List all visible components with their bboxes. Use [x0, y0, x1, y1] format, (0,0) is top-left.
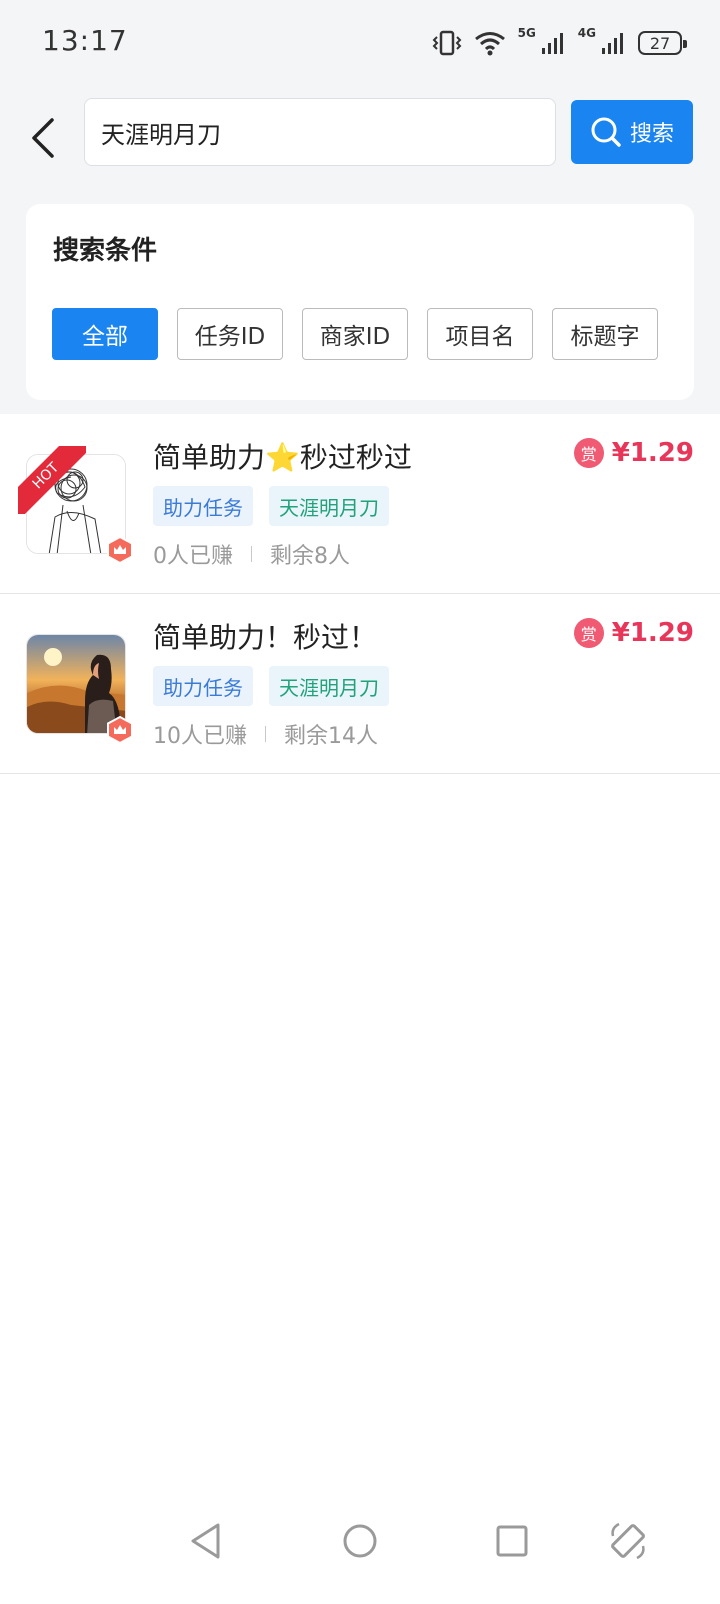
- back-button[interactable]: [18, 108, 68, 168]
- battery-indicator: 27: [638, 31, 687, 55]
- system-nav-bar: [0, 1494, 720, 1604]
- nav-rotate-button[interactable]: [603, 1516, 653, 1566]
- task-stats: 0人已赚 剩余8人: [153, 538, 350, 570]
- vibrate-icon: [432, 30, 462, 56]
- hot-label: HOT: [18, 446, 86, 514]
- reward-amount: ¥1.29: [611, 618, 694, 648]
- crown-icon: [107, 716, 133, 744]
- tag-project: 天涯明月刀: [269, 486, 389, 526]
- filter-chip-title-keyword[interactable]: 标题字: [552, 308, 658, 360]
- task-list: HOT 简单助力⭐秒过秒过 赏 ¥1.29 助力任务 天涯明月刀 0人已赚 剩余…: [0, 414, 720, 774]
- crown-icon: [107, 536, 133, 564]
- signal-4g-icon: [602, 33, 623, 54]
- reward-badge: 赏: [573, 618, 604, 648]
- filter-chip-row: 全部 任务ID 商家ID 项目名 标题字: [52, 308, 658, 360]
- circle-home-icon: [343, 1524, 377, 1558]
- stats-divider: [251, 546, 252, 562]
- signal-5g-icon: [541, 33, 563, 54]
- rotate-icon: [611, 1522, 645, 1560]
- earned-count: 0人已赚: [153, 544, 233, 569]
- stats-divider: [265, 726, 266, 742]
- status-bar: 13:17 5G 4G 27: [0, 0, 720, 86]
- filter-chip-merchant-id[interactable]: 商家ID: [302, 308, 408, 360]
- task-thumbnail: HOT: [18, 446, 133, 564]
- earned-count: 10人已赚: [153, 724, 247, 749]
- task-stats: 10人已赚 剩余14人: [153, 718, 378, 750]
- hot-ribbon: HOT: [18, 446, 86, 514]
- task-thumbnail: [26, 634, 133, 744]
- reward-amount: ¥1.29: [611, 438, 694, 468]
- search-input[interactable]: [84, 98, 556, 166]
- filter-chip-project-name[interactable]: 项目名: [427, 308, 533, 360]
- tag-project: 天涯明月刀: [269, 666, 389, 706]
- square-recent-icon: [496, 1525, 528, 1557]
- network-4g-label: 4G: [577, 26, 596, 40]
- task-reward: 赏 ¥1.29: [573, 438, 694, 468]
- remaining-count: 剩余14人: [284, 724, 378, 749]
- task-title: 简单助力⭐秒过秒过: [153, 441, 412, 474]
- nav-recent-button[interactable]: [487, 1516, 537, 1566]
- task-tags: 助力任务 天涯明月刀: [153, 666, 389, 706]
- remaining-count: 剩余8人: [270, 544, 350, 569]
- search-button[interactable]: 搜索: [571, 100, 693, 164]
- filter-chip-task-id[interactable]: 任务ID: [177, 308, 283, 360]
- tag-task-type: 助力任务: [153, 486, 253, 526]
- task-title: 简单助力！秒过！: [153, 621, 378, 654]
- search-button-label: 搜索: [629, 122, 674, 147]
- filter-title: 搜索条件: [53, 236, 158, 266]
- battery-level: 27: [649, 33, 671, 53]
- task-item[interactable]: 简单助力！秒过！ 赏 ¥1.29 助力任务 天涯明月刀 10人已赚 剩余14人: [0, 594, 720, 774]
- network-5g-label: 5G: [517, 26, 536, 40]
- reward-badge: 赏: [573, 438, 604, 468]
- nav-back-button[interactable]: [181, 1516, 231, 1566]
- task-tags: 助力任务 天涯明月刀: [153, 486, 389, 526]
- tag-task-type: 助力任务: [153, 666, 253, 706]
- status-time: 13:17: [42, 24, 128, 57]
- search-header: 搜索: [0, 86, 720, 190]
- wifi-icon: [474, 32, 505, 56]
- filter-chip-all[interactable]: 全部: [52, 308, 158, 360]
- status-icons: 5G 4G 27: [432, 26, 687, 60]
- search-icon: [591, 117, 621, 147]
- task-reward: 赏 ¥1.29: [573, 618, 694, 648]
- triangle-back-icon: [191, 1523, 220, 1559]
- task-item[interactable]: HOT 简单助力⭐秒过秒过 赏 ¥1.29 助力任务 天涯明月刀 0人已赚 剩余…: [0, 414, 720, 594]
- search-conditions-card: 搜索条件 全部 任务ID 商家ID 项目名 标题字: [26, 204, 694, 400]
- chevron-left-icon: [32, 118, 54, 158]
- nav-home-button[interactable]: [335, 1516, 385, 1566]
